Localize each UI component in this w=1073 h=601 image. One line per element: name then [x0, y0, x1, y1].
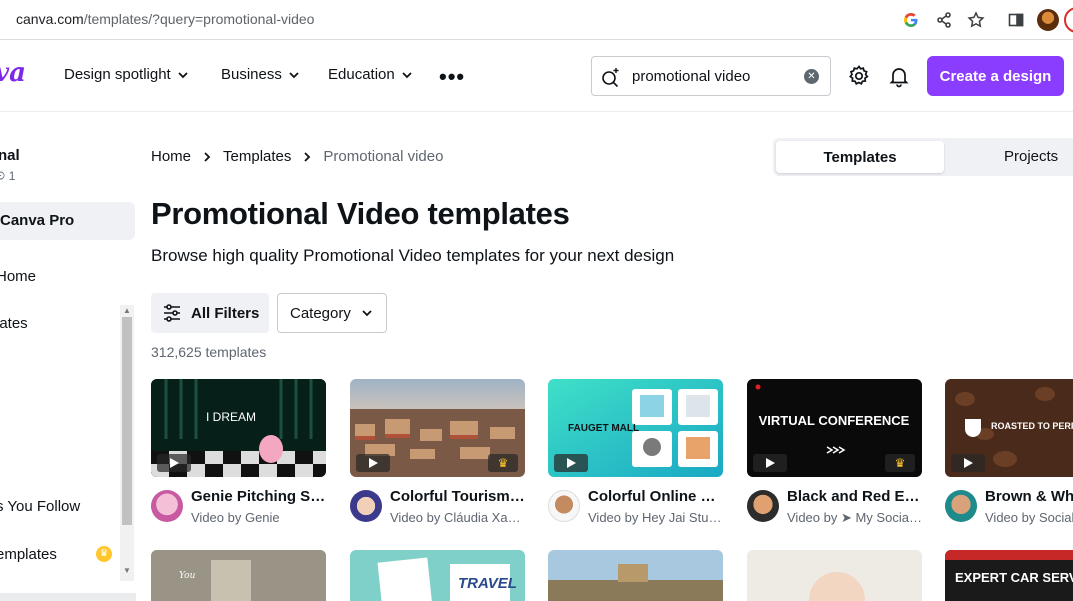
sidebar: nal ꖴ 1 Canva Pro Home lates s You Follo… [0, 113, 136, 601]
premium-crown-icon: ♛ [488, 454, 518, 472]
search-input[interactable]: promotional video [632, 68, 750, 85]
page-title: Promotional Video templates [151, 196, 570, 231]
notification-bell-icon[interactable] [887, 64, 911, 88]
template-thumbnail[interactable]: FAUGET MALL [548, 379, 723, 477]
template-thumbnail[interactable]: VIRTUAL CONFERENCE ♛ [747, 379, 922, 477]
extension-icon[interactable] [1064, 7, 1073, 33]
clear-search-icon[interactable]: ✕ [804, 69, 819, 84]
avatar[interactable] [945, 490, 977, 522]
card-author[interactable]: Video by Hey Jai Stud... [588, 510, 723, 525]
card-thumb-text: ROASTED TO PERFE [991, 421, 1073, 431]
card-author[interactable]: Video by Social... [985, 510, 1073, 525]
template-thumbnail[interactable]: ROASTED TO PERFE [945, 379, 1073, 477]
chevron-down-icon [289, 71, 299, 78]
filter-sliders-icon [164, 304, 180, 322]
tab-projects[interactable]: Projects [1004, 148, 1058, 165]
premium-crown-icon: ♛ [885, 454, 915, 472]
canva-logo[interactable]: va [0, 58, 26, 88]
category-dropdown[interactable]: Category [277, 293, 387, 333]
template-thumbnail[interactable] [548, 550, 723, 601]
sidebar-item-templates[interactable]: lates [0, 315, 28, 332]
create-design-button[interactable]: Create a design [927, 56, 1064, 96]
chevron-down-icon [178, 71, 188, 78]
template-count: 312,625 templates [151, 344, 267, 360]
card-thumb-text: EXPERT CAR SERVICE [955, 570, 1073, 585]
play-icon[interactable] [951, 454, 985, 472]
template-thumbnail[interactable]: I DREAM [151, 379, 326, 477]
avatar[interactable] [747, 490, 779, 522]
top-navigation: va Design spotlight Business Education •… [0, 40, 1073, 112]
breadcrumb: Home Templates Promotional video [151, 148, 443, 165]
magic-search-icon [602, 68, 619, 88]
card-author[interactable]: Video by Cláudia Xavi... [390, 510, 525, 525]
browser-address-bar[interactable]: canva.com/templates/?query=promotional-v… [0, 0, 1073, 40]
scroll-down-arrow-icon[interactable]: ▼ [123, 566, 131, 575]
card-author[interactable]: Video by ➤ My Social ... [787, 510, 922, 526]
template-thumbnail[interactable]: EXPERT CAR SERVICE [945, 550, 1073, 601]
card-thumb-text: I DREAM [206, 410, 256, 424]
settings-gear-icon[interactable] [847, 64, 871, 88]
avatar[interactable] [151, 490, 183, 522]
card-title[interactable]: Genie Pitching Sh... [191, 488, 326, 505]
nav-education[interactable]: Education [328, 66, 413, 83]
template-thumbnail[interactable]: ♛ [350, 379, 525, 477]
svg-text:You: You [179, 571, 196, 581]
nav-design-spotlight[interactable]: Design spotlight [64, 66, 189, 83]
scrollbar-thumb[interactable] [122, 317, 132, 525]
team-name[interactable]: nal [0, 147, 20, 164]
all-filters-button[interactable]: All Filters [151, 293, 269, 333]
play-icon[interactable] [554, 454, 588, 472]
search-box[interactable]: promotional video ✕ [591, 56, 831, 96]
card-thumb-text: FAUGET MALL [568, 423, 639, 434]
card-thumb-text: TRAVEL [458, 575, 517, 592]
bookmark-star-icon[interactable] [966, 10, 986, 30]
card-title[interactable]: Colorful Tourism i... [390, 488, 525, 505]
play-icon[interactable] [356, 454, 390, 472]
chevron-down-icon [402, 71, 412, 78]
page-subtitle: Browse high quality Promotional Video te… [151, 246, 675, 265]
play-icon[interactable] [753, 454, 787, 472]
chevron-right-icon [302, 151, 312, 163]
breadcrumb-home[interactable]: Home [151, 148, 191, 165]
card-title[interactable]: Black and Red Ed... [787, 488, 922, 505]
sidebar-item-brand-templates[interactable]: emplates [0, 546, 57, 563]
tab-templates[interactable]: Templates [776, 141, 944, 173]
profile-avatar[interactable] [1037, 9, 1059, 31]
template-thumbnail[interactable]: You [151, 550, 326, 601]
chevron-down-icon [362, 310, 372, 317]
share-icon[interactable] [934, 10, 954, 30]
card-title[interactable]: Colorful Online E-... [588, 488, 723, 505]
breadcrumb-templates[interactable]: Templates [223, 148, 291, 165]
google-icon[interactable] [901, 10, 921, 30]
breadcrumb-current: Promotional video [323, 148, 444, 165]
avatar[interactable] [548, 490, 580, 522]
url-text[interactable]: canva.com/templates/?query=promotional-v… [16, 11, 314, 27]
templates-projects-toggle: Templates Projects [773, 138, 1073, 176]
side-panel-icon[interactable] [1006, 10, 1026, 30]
team-members-count: ꖴ 1 [0, 169, 16, 183]
more-menu-icon[interactable]: ••• [439, 64, 465, 90]
sidebar-scrollbar[interactable]: ▲ ▼ [120, 305, 134, 581]
sidebar-item-home[interactable]: Home [0, 268, 36, 285]
template-thumbnail[interactable] [747, 550, 922, 601]
template-thumbnail[interactable]: TRAVEL [350, 550, 525, 601]
scroll-up-arrow-icon[interactable]: ▲ [123, 306, 131, 315]
sidebar-divider [0, 593, 136, 601]
sidebar-item-creators-you-follow[interactable]: s You Follow [0, 498, 80, 515]
card-author[interactable]: Video by Genie [191, 510, 326, 525]
card-title[interactable]: Brown & White... [985, 488, 1073, 505]
avatar[interactable] [350, 490, 382, 522]
chevron-right-icon [202, 151, 212, 163]
play-icon[interactable] [157, 454, 191, 472]
crown-icon: ♛ [96, 546, 112, 562]
sidebar-item-canva-pro[interactable]: Canva Pro [0, 202, 135, 240]
nav-business[interactable]: Business [221, 66, 300, 83]
card-thumb-text: VIRTUAL CONFERENCE [759, 413, 910, 428]
